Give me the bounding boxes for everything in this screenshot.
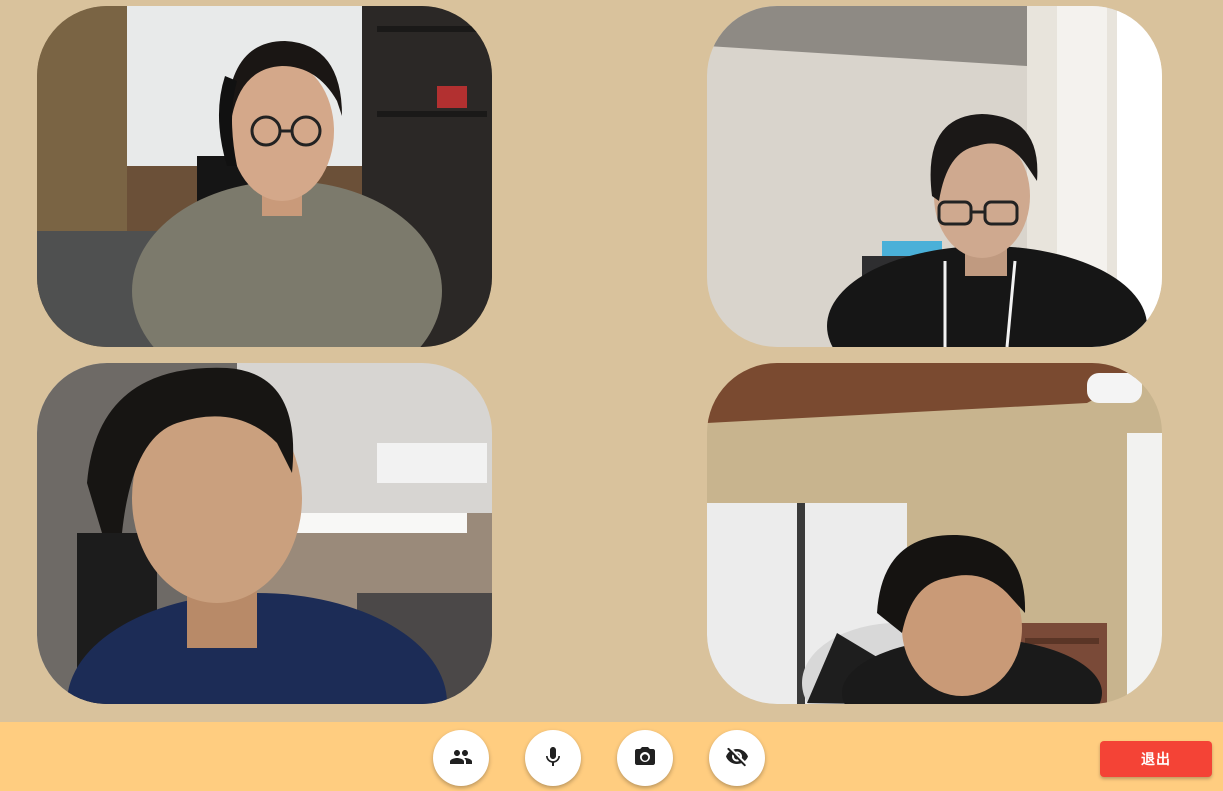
participant-video-4[interactable] bbox=[707, 363, 1162, 704]
people-icon bbox=[449, 745, 473, 772]
participant-video-3[interactable] bbox=[37, 363, 492, 704]
camera-button[interactable] bbox=[617, 730, 673, 786]
video-grid bbox=[0, 0, 1223, 722]
microphone-button[interactable] bbox=[525, 730, 581, 786]
eye-off-icon bbox=[725, 745, 749, 772]
participants-button[interactable] bbox=[433, 730, 489, 786]
microphone-icon bbox=[541, 745, 565, 772]
camera-icon bbox=[633, 745, 657, 772]
participant-video-1[interactable] bbox=[37, 6, 492, 347]
hide-video-button[interactable] bbox=[709, 730, 765, 786]
participant-video-2[interactable] bbox=[707, 6, 1162, 347]
leave-button[interactable]: 退出 bbox=[1100, 741, 1212, 777]
call-toolbar: 退出 bbox=[0, 722, 1223, 791]
